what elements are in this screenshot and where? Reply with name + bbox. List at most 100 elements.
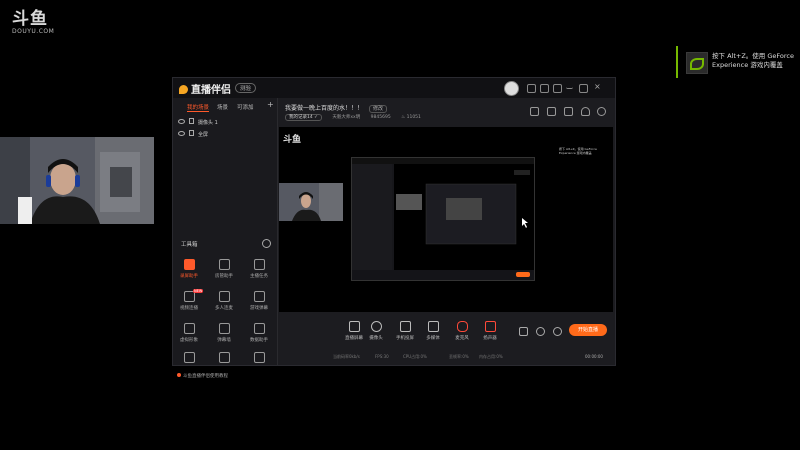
fans-value: 11051 xyxy=(406,115,421,120)
toast-line-1: 按下 Alt+Z。使用 GeForce xyxy=(712,52,794,60)
maximize-icon[interactable] xyxy=(579,84,588,93)
tool-label: 弹幕墙 xyxy=(217,338,231,343)
share-icon[interactable] xyxy=(597,107,606,116)
source-row[interactable]: 摄像头 1 xyxy=(178,118,218,126)
douyu-watermark: 斗鱼 DOUYU.COM xyxy=(12,10,54,35)
screen-icon xyxy=(348,321,360,332)
camera-button[interactable]: 摄像头 xyxy=(361,321,391,341)
record-icon[interactable] xyxy=(519,327,528,336)
tool-virtual-avatar[interactable]: 虚拟形象 xyxy=(174,323,204,343)
tool-streamer-tasks[interactable]: 主播任务 xyxy=(244,259,274,279)
phone-cast-button[interactable]: 手机投屏 xyxy=(390,321,420,341)
video-icon xyxy=(183,291,195,302)
user-icon xyxy=(218,259,230,270)
tool-video-playlist[interactable]: NEW 视频连播 xyxy=(174,289,204,311)
start-live-button[interactable]: 开始直播 xyxy=(569,324,607,336)
source-row[interactable]: 全屏 xyxy=(178,130,208,138)
fans-count: ♨ 11051 xyxy=(401,115,421,120)
left-panel: 我的场景 场景 可添加 + 摄像头 1 全屏 工具箱 录屏助手 房管助手 主播任… xyxy=(173,98,278,379)
tip-dot-icon xyxy=(177,373,181,377)
streamer-name: 天魁大师xx明 xyxy=(332,115,361,120)
lock-room-icon[interactable] xyxy=(547,107,556,116)
camera-icon xyxy=(370,321,382,332)
danmaku-icon xyxy=(253,291,265,302)
close-icon[interactable]: × xyxy=(594,82,602,91)
tool-label: 主播任务 xyxy=(250,274,268,279)
tool-danmaku-wall[interactable]: 弹幕墙 xyxy=(209,323,239,343)
tool-game-danmaku[interactable]: 游戏弹幕 xyxy=(244,291,274,311)
preview-webcam-image xyxy=(279,183,343,221)
gift-icon[interactable] xyxy=(530,107,539,116)
microphone-button[interactable]: 麦克风 xyxy=(447,321,477,341)
watermark-logo: 斗鱼 xyxy=(12,9,48,29)
message-icon[interactable] xyxy=(527,84,536,93)
media-button[interactable]: 多媒体 xyxy=(418,321,448,341)
brand-label: 直播伴侣 xyxy=(191,85,231,96)
nested-preview-image xyxy=(352,158,534,280)
eye-icon[interactable] xyxy=(536,327,545,336)
control-label: 摄像头 xyxy=(369,336,383,341)
visibility-icon[interactable] xyxy=(178,119,185,124)
preview-webcam[interactable] xyxy=(279,183,343,221)
edit-title-button[interactable]: 修改 xyxy=(369,105,388,113)
tool-label: 房管助手 xyxy=(215,274,233,279)
more-tool-icon xyxy=(183,352,195,363)
live-companion-window: 直播伴侣 测验 × 我的场景 场景 可添加 + 摄像头 1 全屏 工具箱 录屏助… xyxy=(172,77,616,379)
lock-icon[interactable] xyxy=(189,118,194,124)
tool-data-assistant[interactable]: 数据助手 xyxy=(244,323,274,343)
stream-preview[interactable]: 斗鱼 按下 Alt+Z。使用 GeForce Experience 游戏内覆盖 xyxy=(279,127,613,312)
toolbox-collapse-icon[interactable] xyxy=(262,239,271,248)
gear-icon[interactable] xyxy=(553,327,562,336)
bell-icon[interactable] xyxy=(581,107,590,116)
stream-meta: 我的记录14 ✓ 天魁大师xx明 9845695 ♨ 11051 xyxy=(285,114,439,121)
task-icon xyxy=(253,259,265,270)
tool-more-3[interactable] xyxy=(244,352,274,366)
preview-toast-line-2: Experience 游戏内覆盖 xyxy=(559,151,592,155)
status-cpu: CPU占用:0% xyxy=(403,354,427,359)
chat-icon[interactable] xyxy=(540,84,549,93)
toast-text: 按下 Alt+Z。使用 GeForce Experience 游戏内覆盖 xyxy=(712,52,798,70)
avatar-icon xyxy=(183,323,195,334)
user-avatar[interactable] xyxy=(504,81,519,96)
status-timer: 00:00:00 xyxy=(585,354,603,359)
toolbox-title: 工具箱 xyxy=(181,242,198,248)
visibility-icon[interactable] xyxy=(178,131,185,136)
webcam-feed xyxy=(0,137,154,224)
nested-preview-window xyxy=(351,157,535,281)
status-dropped-frames: 丢帧率:0% xyxy=(449,354,469,359)
lock-icon[interactable] xyxy=(189,130,194,136)
tool-label: 游戏弹幕 xyxy=(250,306,268,311)
tool-more-1[interactable] xyxy=(174,352,204,366)
version-badge[interactable]: 测验 xyxy=(235,83,257,93)
tab-my-scenes[interactable]: 我的场景 xyxy=(187,103,210,112)
tutorial-link[interactable]: 斗鱼直播伴侣使用教程 xyxy=(177,373,228,379)
data-icon xyxy=(253,323,265,334)
tutorial-label: 斗鱼直播伴侣使用教程 xyxy=(183,374,228,379)
settings-icon[interactable] xyxy=(553,84,562,93)
wall-icon xyxy=(218,323,230,334)
status-bitrate: 当前码率0kb/s xyxy=(333,354,360,359)
toast-line-2: Experience 游戏内覆盖 xyxy=(712,61,783,69)
source-label: 全屏 xyxy=(198,132,209,138)
flame-logo-icon xyxy=(179,85,188,94)
category-tag[interactable]: 我的记录14 ✓ xyxy=(285,114,322,121)
tool-room-manager[interactable]: 房管助手 xyxy=(209,259,239,279)
control-label: 麦克风 xyxy=(455,336,469,341)
speaker-icon xyxy=(484,321,496,332)
stream-title: 我要做一晚上百度的水！！！ 修改 xyxy=(285,103,388,113)
tool-screen-recorder[interactable]: 录屏助手 xyxy=(174,259,204,279)
status-memory: 内存占用:0% xyxy=(479,354,503,359)
speaker-button[interactable]: 扬声器 xyxy=(475,321,505,341)
add-scene-icon[interactable]: + xyxy=(267,100,274,109)
tool-label: 录屏助手 xyxy=(180,274,198,279)
tab-addable[interactable]: 可添加 xyxy=(237,103,254,111)
tool-label: 多人连麦 xyxy=(215,306,233,311)
tab-scenes[interactable]: 场景 xyxy=(217,103,228,111)
tool-more-2[interactable] xyxy=(209,352,239,366)
minimize-icon[interactable] xyxy=(566,84,573,89)
control-label: 扬声器 xyxy=(483,336,497,341)
tool-multi-mic[interactable]: 多人连麦 xyxy=(209,291,239,311)
tool-label: 虚拟形象 xyxy=(180,338,198,343)
toast-accent-bar xyxy=(676,46,678,78)
window-icon[interactable] xyxy=(564,107,573,116)
